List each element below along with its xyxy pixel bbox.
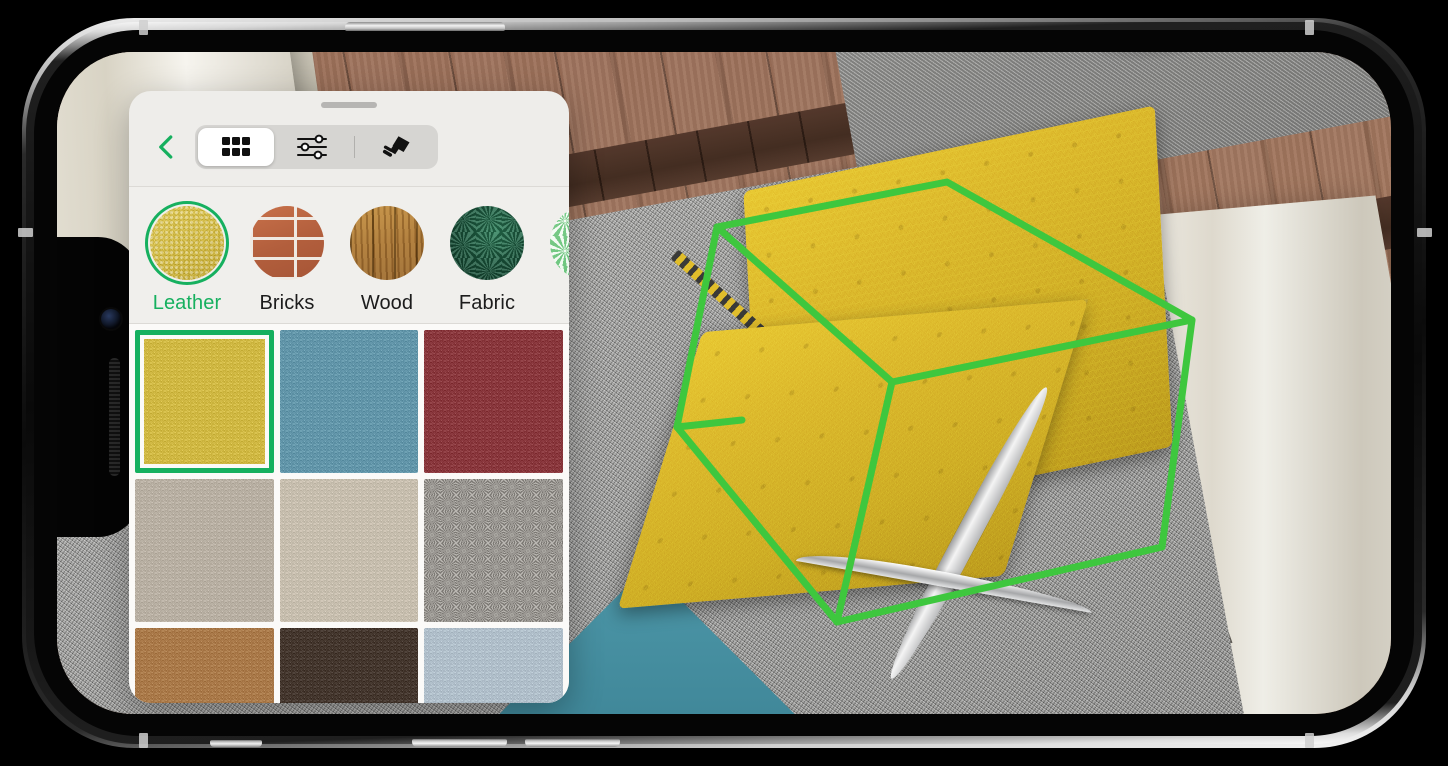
- category-leather[interactable]: Leather: [137, 201, 237, 315]
- swatch-grain-texture: [135, 628, 274, 703]
- swatch-yellow-leather[interactable]: [135, 330, 274, 473]
- earpiece-speaker-icon: [109, 358, 120, 476]
- sliders-icon: [297, 134, 327, 160]
- swatch-taupe-leather[interactable]: [135, 479, 274, 622]
- swatch-grid-scroll[interactable]: [129, 324, 569, 703]
- material-category-strip[interactable]: Leather Bricks Wood Fabric Li: [129, 187, 569, 323]
- swatch-grain-texture: [424, 330, 563, 473]
- antenna-line: [139, 20, 148, 35]
- mute-switch[interactable]: [210, 740, 262, 747]
- paintbrush-icon: [382, 136, 410, 157]
- chevron-left-icon: [159, 135, 173, 159]
- category-thumbnail: [450, 206, 524, 280]
- swatch-color-fill: [279, 479, 419, 622]
- power-button[interactable]: [345, 22, 505, 31]
- swatch-color-fill: [424, 628, 563, 703]
- category-selection-ring: [545, 201, 569, 285]
- category-label: Wood: [360, 292, 414, 314]
- swatch-color-fill: [424, 479, 563, 622]
- segment-divider: [354, 136, 355, 158]
- panel-header: [129, 108, 569, 186]
- category-thumbnail: [150, 206, 224, 280]
- swatch-grid[interactable]: [135, 330, 563, 703]
- swatch-color-fill: [424, 330, 563, 473]
- antenna-line: [1305, 733, 1314, 748]
- phone-screen[interactable]: Leather Bricks Wood Fabric Li: [57, 52, 1391, 714]
- swatch-caramel-leather[interactable]: [135, 628, 274, 703]
- material-picker-panel[interactable]: Leather Bricks Wood Fabric Li: [129, 91, 569, 703]
- swatch-burgundy-leather[interactable]: [424, 330, 563, 473]
- swatch-color-fill: [279, 628, 419, 703]
- antenna-line: [139, 733, 148, 748]
- swatch-espresso-leather[interactable]: [279, 628, 419, 703]
- category-label: Fabric: [458, 292, 516, 314]
- category-selection-ring: [145, 201, 229, 285]
- volume-down-button[interactable]: [525, 739, 620, 747]
- front-camera-icon: [101, 309, 121, 329]
- category-label: Bricks: [259, 292, 315, 314]
- category-selection-ring: [245, 201, 329, 285]
- swatch-grain-texture: [424, 479, 563, 622]
- swatch-color-fill: [135, 479, 274, 622]
- view-mode-segmented-control[interactable]: [195, 125, 438, 169]
- antenna-line: [18, 228, 33, 237]
- category-wood[interactable]: Wood: [337, 201, 437, 315]
- swatch-grain-texture: [279, 330, 419, 473]
- tab-adjust-sliders[interactable]: [274, 128, 350, 166]
- category-thumbnail: [250, 206, 324, 280]
- swatch-color-fill: [135, 628, 274, 703]
- category-selection-ring: [345, 201, 429, 285]
- tab-catalog-grid[interactable]: [198, 128, 274, 166]
- swatch-cream-leather[interactable]: [279, 479, 419, 622]
- device-notch: [57, 237, 140, 537]
- category-label: Leather: [152, 292, 222, 314]
- swatch-gray-leather[interactable]: [424, 479, 563, 622]
- category-fabric[interactable]: Fabric: [437, 201, 537, 315]
- swatch-grain-texture: [279, 628, 419, 703]
- screenshot-root: Leather Bricks Wood Fabric Li: [0, 0, 1448, 766]
- barcelona-chair[interactable]: [617, 105, 1177, 642]
- swatch-teal-leather[interactable]: [279, 330, 419, 473]
- category-thumbnail: [350, 206, 424, 280]
- category-selection-ring: [445, 201, 529, 285]
- antenna-line: [1305, 20, 1314, 35]
- grid-icon: [222, 137, 250, 156]
- swatch-grain-texture: [279, 479, 419, 622]
- category-li[interactable]: Li: [537, 201, 569, 315]
- swatch-powderblue-leather[interactable]: [424, 628, 563, 703]
- swatch-grain-texture: [424, 628, 563, 703]
- swatch-grain-texture: [135, 479, 274, 622]
- category-thumbnail: [550, 206, 569, 280]
- volume-up-button[interactable]: [412, 739, 507, 747]
- category-bricks[interactable]: Bricks: [237, 201, 337, 315]
- tab-paint-brush[interactable]: [359, 128, 435, 166]
- antenna-line: [1417, 228, 1432, 237]
- swatch-grain-texture: [144, 339, 265, 464]
- swatch-color-fill: [279, 330, 419, 473]
- swatch-color-fill: [144, 339, 265, 464]
- back-button[interactable]: [145, 125, 189, 169]
